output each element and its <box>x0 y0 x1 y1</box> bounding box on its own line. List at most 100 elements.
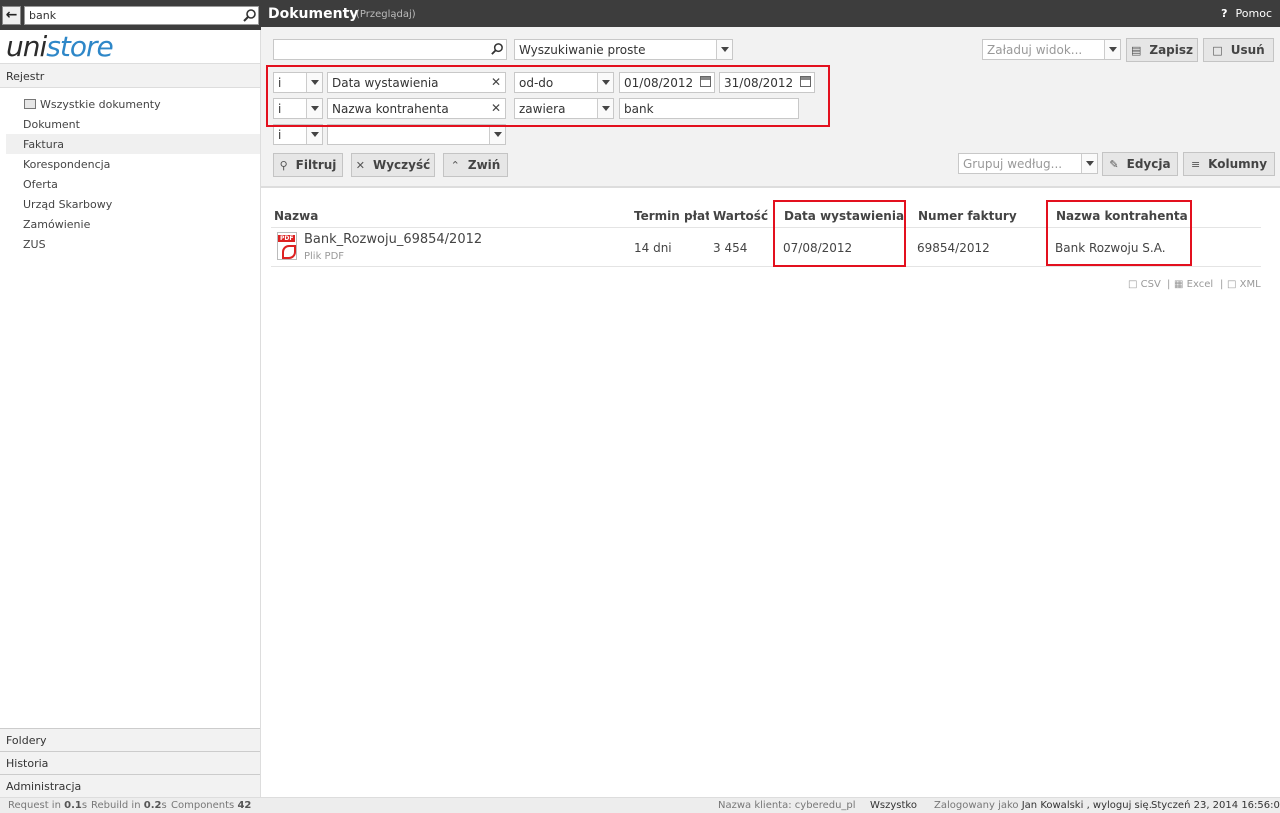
cell-name[interactable]: Bank_Rozwoju_69854/2012 <box>304 232 482 247</box>
chevron-down-icon <box>306 99 322 118</box>
search-mode-value: Wyszukiwanie proste <box>519 43 646 57</box>
chevron-down-icon <box>1104 40 1120 59</box>
chevron-down-icon <box>1081 154 1097 173</box>
close-icon[interactable]: ✕ <box>491 101 501 115</box>
sidebar: ← unistore Rejestr Wszystkie dokumenty D… <box>0 0 261 797</box>
xml-icon: □ <box>1227 279 1240 290</box>
chevron-down-icon <box>489 125 505 144</box>
filter-2-field-input[interactable]: Nazwa kontrahenta ✕ <box>327 98 506 119</box>
filter-button[interactable]: ⚲ Filtruj <box>273 153 343 177</box>
page-subtitle: (Przeglądaj) <box>356 9 416 20</box>
user-name[interactable]: Jan Kowalski <box>1022 800 1084 811</box>
filter-1-date-from[interactable]: 01/08/2012 <box>619 72 715 93</box>
filter-1-operator-select[interactable]: od-do <box>514 72 614 93</box>
operator-value: od-do <box>519 76 554 90</box>
tree-item-zamowienie[interactable]: Zamówienie <box>6 214 260 234</box>
document-tree: Wszystkie dokumenty Dokument Faktura Kor… <box>0 94 260 254</box>
logout-link[interactable]: , wyloguj się. <box>1087 800 1152 811</box>
columns-icon: ≡ <box>1190 157 1201 171</box>
column-header-wartosc[interactable]: Wartość br <box>713 209 775 223</box>
csv-icon: □ <box>1128 279 1141 290</box>
logic-value: i <box>278 102 282 116</box>
filter-2-operator-select[interactable]: zawiera <box>514 98 614 119</box>
help-link[interactable]: ? Pomoc <box>1221 7 1272 20</box>
group-by-select[interactable]: Grupuj według... <box>958 153 1098 174</box>
tree-item-dokument[interactable]: Dokument <box>6 114 260 134</box>
sidebar-search-input[interactable] <box>24 6 259 25</box>
clear-label: Wyczyść <box>372 158 431 172</box>
filter-3-field-select[interactable] <box>327 124 506 145</box>
sidebar-administracja[interactable]: Administracja <box>0 774 260 797</box>
chevron-down-icon <box>597 73 613 92</box>
chevron-down-icon <box>306 125 322 144</box>
pencil-icon: ✎ <box>1109 157 1119 171</box>
sidebar-historia[interactable]: Historia <box>0 751 260 774</box>
delete-view-button[interactable]: □ Usuń <box>1203 38 1274 62</box>
page-title: Dokumenty <box>268 6 359 22</box>
collapse-button[interactable]: ⌃ Zwiń <box>443 153 508 177</box>
filter-1-field-input[interactable]: Data wystawienia ✕ <box>327 72 506 93</box>
tree-item-faktura[interactable]: Faktura <box>6 134 260 154</box>
column-header-nazwa[interactable]: Nazwa <box>274 209 318 223</box>
sidebar-foldery[interactable]: Foldery <box>0 728 260 751</box>
column-header-data-wystawienia[interactable]: Data wystawienia <box>784 209 904 223</box>
operator-value: zawiera <box>519 102 566 116</box>
back-arrow-icon[interactable]: ← <box>2 6 21 25</box>
cell-file-type: Plik PDF <box>304 251 345 262</box>
export-csv-link[interactable]: □ CSV <box>1128 279 1161 290</box>
rebuild-time: Rebuild in 0.2s <box>91 800 167 811</box>
main-search-input[interactable] <box>273 39 507 60</box>
tree-item-urzad-skarbowy[interactable]: Urząd Skarbowy <box>6 194 260 214</box>
tree-item-zus[interactable]: ZUS <box>6 234 260 254</box>
search-mode-select[interactable]: Wyszukiwanie proste <box>514 39 733 60</box>
filter-2-logic-select[interactable]: i <box>273 98 323 119</box>
clear-button[interactable]: ✕ Wyczyść <box>351 153 435 177</box>
cell-invoice-number: 69854/2012 <box>917 241 990 255</box>
help-icon: ? <box>1221 7 1228 20</box>
logged-in-info: Zalogowany jako Jan Kowalski , wyloguj s… <box>934 800 1152 811</box>
status-bar: Request in 0.1s Rebuild in 0.2s Componen… <box>0 797 1280 813</box>
delete-label: Usuń <box>1230 43 1265 57</box>
logo-part-uni: uni <box>6 30 47 63</box>
logo[interactable]: unistore <box>6 30 114 63</box>
save-view-button[interactable]: ▤ Zapisz <box>1126 38 1198 62</box>
help-label: Pomoc <box>1235 7 1272 20</box>
filter-1-date-to[interactable]: 31/08/2012 <box>719 72 815 93</box>
load-view-select[interactable]: Załaduj widok... <box>982 39 1121 60</box>
filter-2-value-input[interactable]: bank <box>619 98 799 119</box>
save-label: Zapisz <box>1149 43 1194 57</box>
column-header-numer-faktury[interactable]: Numer faktury <box>918 209 1017 223</box>
tree-item-all-documents[interactable]: Wszystkie dokumenty <box>0 94 260 114</box>
close-icon[interactable]: ✕ <box>491 75 501 89</box>
tree-item-korespondencja[interactable]: Korespondencja <box>6 154 260 174</box>
search-icon[interactable] <box>490 42 504 56</box>
close-icon: ✕ <box>355 158 365 172</box>
search-icon: ⚲ <box>279 158 288 172</box>
search-icon[interactable] <box>242 8 257 23</box>
cell-value: 3 454 <box>713 241 748 255</box>
edit-button[interactable]: ✎ Edycja <box>1102 152 1178 176</box>
sidebar-search-bar: ← <box>0 0 261 30</box>
filter-3-logic-select[interactable]: i <box>273 124 323 145</box>
tree-item-label: Wszystkie dokumenty <box>40 97 161 111</box>
scope-link[interactable]: Wszystko <box>870 800 917 811</box>
export-excel-link[interactable]: ▦ Excel <box>1174 279 1213 290</box>
tree-item-oferta[interactable]: Oferta <box>6 174 260 194</box>
section-rejestr[interactable]: Rejestr <box>0 63 260 88</box>
load-view-placeholder: Załaduj widok... <box>987 43 1083 57</box>
request-time: Request in 0.1s <box>8 800 88 811</box>
chevron-down-icon <box>597 99 613 118</box>
pdf-file-icon <box>277 232 297 260</box>
filter-1-logic-select[interactable]: i <box>273 72 323 93</box>
export-xml-link[interactable]: □ XML <box>1227 279 1261 290</box>
export-separator: | <box>1220 279 1224 290</box>
logic-value: i <box>278 76 282 90</box>
columns-button[interactable]: ≡ Kolumny <box>1183 152 1275 176</box>
column-header-termin[interactable]: Termin płatr <box>634 209 709 223</box>
calendar-icon[interactable] <box>800 76 811 87</box>
columns-label: Kolumny <box>1208 157 1268 171</box>
datetime: Styczeń 23, 2014 16:56:03 <box>1151 800 1280 811</box>
column-header-nazwa-kontrahenta[interactable]: Nazwa kontrahenta <box>1056 209 1188 223</box>
floppy-icon: ▤ <box>1130 43 1142 57</box>
calendar-icon[interactable] <box>700 76 711 87</box>
